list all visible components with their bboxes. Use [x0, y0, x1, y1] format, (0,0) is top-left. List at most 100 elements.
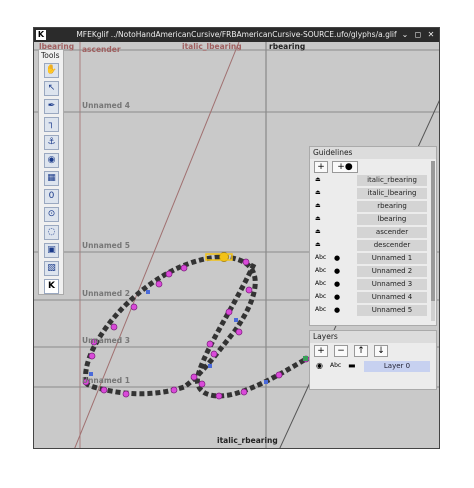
eye-icon[interactable]: ◉ — [316, 361, 323, 370]
select-arrow-icon: ↖ — [47, 83, 56, 93]
metrics-icon: K — [48, 281, 55, 291]
image-icon: ▣ — [47, 245, 56, 255]
tools-panel: Tools ✋ ↖ ✒ ┐ ⚓ ◉ ▦ 0 ⊙ ◌ ▣ ▧ K — [38, 49, 64, 295]
remove-layer-button[interactable]: − — [334, 345, 348, 357]
app-window: K MFEKglif ../NotoHandAmericanCursive/FR… — [33, 27, 440, 449]
layer-name: Layer 0 — [364, 361, 430, 372]
tools-header: Tools — [41, 51, 60, 60]
guide-label-italic-lbearing: italic_lbearing — [182, 42, 242, 51]
variable-width-icon: 0 — [48, 191, 55, 201]
close-button[interactable]: ✕ — [425, 28, 437, 42]
guideline-name: Unnamed 1 — [357, 253, 427, 264]
move-layer-down-button[interactable]: ↓ — [374, 345, 388, 357]
guideline-row[interactable]: ⏏ lbearing — [312, 214, 429, 225]
minimize-button[interactable]: ⌄ — [399, 28, 411, 42]
guideline-lock-icon: ⏏ — [315, 176, 321, 183]
guideline-name: italic_lbearing — [357, 188, 427, 199]
guideline-name: italic_rbearing — [357, 175, 427, 186]
guideline-globe-icon: ● — [334, 267, 341, 275]
guideline-row[interactable]: ⏏ ascender — [312, 227, 429, 238]
shapes-icon: ◉ — [47, 155, 56, 165]
guideline-row[interactable]: Abc ● Unnamed 5 — [312, 305, 429, 316]
pan-hand-icon: ✋ — [45, 65, 58, 75]
variable-width-tool[interactable]: 0 — [44, 189, 59, 204]
guide-label-rbearing: rbearing — [269, 42, 306, 51]
pan-hand-tool[interactable]: ✋ — [44, 63, 59, 78]
window-title: MFEKglif ../NotoHandAmericanCursive/FRBA… — [76, 30, 397, 39]
guidelines-header: Guidelines — [310, 147, 436, 159]
guideline-lock-icon: ⏏ — [315, 189, 321, 196]
guide-label-italic-rbearing: italic_rbearing — [217, 436, 278, 445]
layers-panel: Layers + − ↑ ↓ ◉ Abc ▬ Layer 0 — [309, 330, 437, 390]
maximize-button[interactable]: ◻ — [412, 28, 424, 42]
grid-icon: ▦ — [47, 173, 56, 183]
guideline-name-icon: Abc — [315, 280, 327, 287]
guide-label-unnamed3: Unnamed 3 — [82, 336, 130, 345]
guideline-name-icon: Abc — [315, 293, 327, 300]
select-tool[interactable]: ↖ — [44, 81, 59, 96]
guidelines-scrollbar[interactable] — [431, 161, 435, 321]
guide-label-unnamed4: Unnamed 4 — [82, 101, 130, 110]
guideline-name: descender — [357, 240, 427, 251]
guidelines-tool[interactable]: ▧ — [44, 261, 59, 276]
guideline-globe-icon: ● — [334, 293, 341, 301]
pen-icon: ✒ — [47, 101, 56, 111]
guideline-row[interactable]: Abc ● Unnamed 2 — [312, 266, 429, 277]
guideline-name-icon: Abc — [315, 267, 327, 274]
scrollbar-thumb[interactable] — [431, 161, 435, 301]
guide-label-unnamed1: Unnamed 1 — [82, 376, 130, 385]
title-bar: K MFEKglif ../NotoHandAmericanCursive/FR… — [34, 28, 439, 42]
dash-icon: ◌ — [47, 227, 56, 237]
metrics-tool[interactable]: K — [44, 279, 59, 294]
guideline-globe-icon: ● — [334, 280, 341, 288]
guideline-name: Unnamed 3 — [357, 279, 427, 290]
shapes-tool[interactable]: ◉ — [44, 153, 59, 168]
guideline-name-icon: Abc — [315, 306, 327, 313]
add-guideline-button[interactable]: + — [314, 161, 328, 173]
pap-tool[interactable]: ⊙ — [44, 207, 59, 222]
layers-header: Layers — [310, 331, 436, 343]
end-point — [303, 356, 308, 361]
guideline-name: Unnamed 4 — [357, 292, 427, 303]
guideline-row[interactable]: ⏏ italic_lbearing — [312, 188, 429, 199]
guideline-lock-icon: ⏏ — [315, 228, 321, 235]
guideline-name: lbearing — [357, 214, 427, 225]
image-tool[interactable]: ▣ — [44, 243, 59, 258]
dash-tool[interactable]: ◌ — [44, 225, 59, 240]
abc-icon: Abc — [330, 362, 342, 369]
anchor-icon: ⚓ — [47, 137, 56, 147]
guideline-row[interactable]: ⏏ rbearing — [312, 201, 429, 212]
measure-tool[interactable]: ┐ — [44, 117, 59, 132]
add-global-guideline-button[interactable]: +● — [332, 161, 358, 173]
guideline-name: Unnamed 5 — [357, 305, 427, 316]
guideline-name: ascender — [357, 227, 427, 238]
glyph-bowl-outline — [83, 254, 258, 397]
glyph-canvas[interactable]: lbearing ascender italic_lbearing rbeari… — [34, 42, 439, 448]
guideline-name-icon: Abc — [315, 254, 327, 261]
guideline-row[interactable]: Abc ● Unnamed 4 — [312, 292, 429, 303]
fill-icon[interactable]: ▬ — [348, 361, 356, 370]
add-layer-button[interactable]: + — [314, 345, 328, 357]
guideline-row[interactable]: ⏏ descender — [312, 240, 429, 251]
layer-row[interactable]: ◉ Abc ▬ Layer 0 — [312, 361, 434, 372]
guideline-row[interactable]: Abc ● Unnamed 1 — [312, 253, 429, 264]
pap-icon: ⊙ — [47, 209, 56, 219]
guideline-globe-icon: ● — [334, 254, 341, 262]
guidelines-panel: Guidelines + +● ⏏ italic_rbearing ⏏ ital… — [309, 146, 437, 326]
measure-icon: ┐ — [48, 119, 55, 129]
anchor-tool[interactable]: ⚓ — [44, 135, 59, 150]
guideline-row[interactable]: Abc ● Unnamed 3 — [312, 279, 429, 290]
guideline-name: Unnamed 2 — [357, 266, 427, 277]
guidelines-tool-icon: ▧ — [47, 263, 56, 273]
pen-tool[interactable]: ✒ — [44, 99, 59, 114]
guideline-row[interactable]: ⏏ italic_rbearing — [312, 175, 429, 186]
guideline-globe-icon: ● — [334, 306, 341, 314]
move-layer-up-button[interactable]: ↑ — [354, 345, 368, 357]
guide-label-unnamed5: Unnamed 5 — [82, 241, 130, 250]
grid-tool[interactable]: ▦ — [44, 171, 59, 186]
guideline-lock-icon: ⏏ — [315, 202, 321, 209]
glyph-stem-outline — [195, 262, 308, 399]
guideline-name: rbearing — [357, 201, 427, 212]
guideline-lock-icon: ⏏ — [315, 241, 321, 248]
guideline-lock-icon: ⏏ — [315, 215, 321, 222]
